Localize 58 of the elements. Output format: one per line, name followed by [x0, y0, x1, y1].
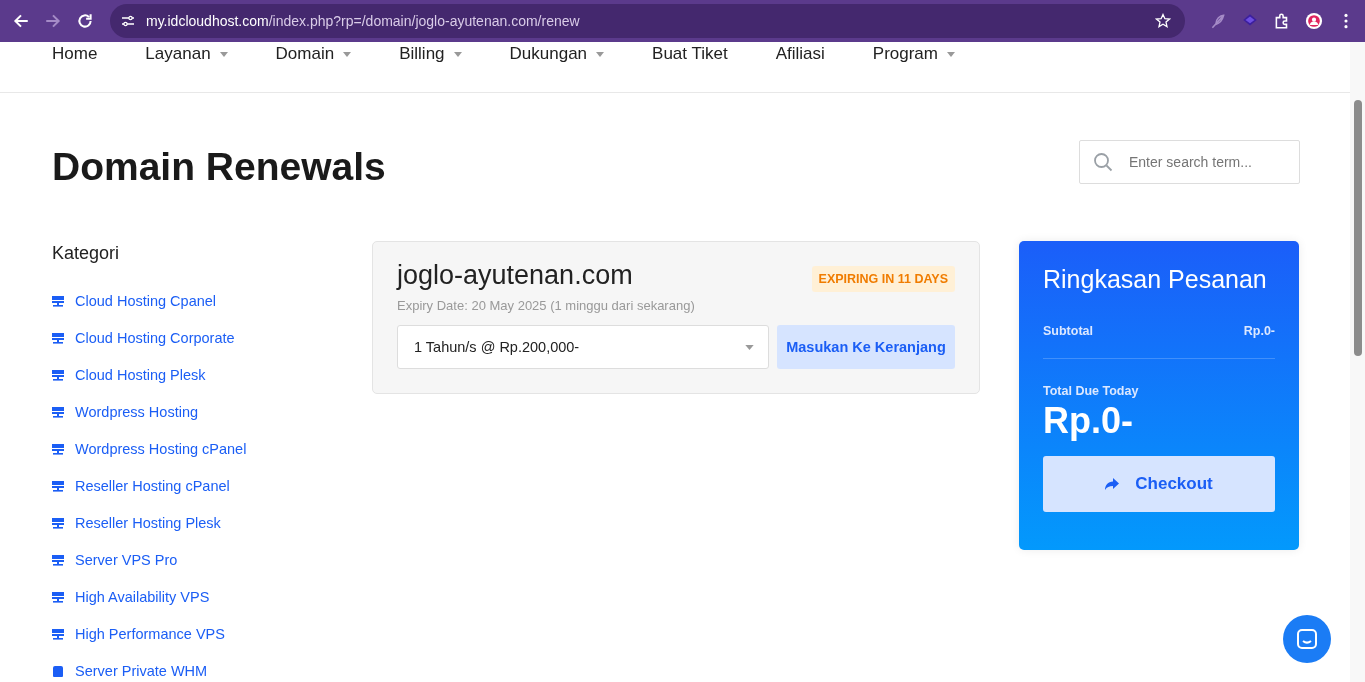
nav-link[interactable]: Home	[52, 44, 98, 64]
nav-link[interactable]: Domain	[275, 44, 352, 64]
server-icon	[52, 294, 64, 307]
subtotal-label: Subtotal	[1043, 324, 1093, 338]
site-settings-icon[interactable]	[120, 13, 136, 29]
category-link[interactable]: Cloud Hosting Plesk	[75, 366, 206, 383]
category-link[interactable]: Reseller Hosting Plesk	[75, 514, 221, 531]
total-value: Rp.0-	[1043, 400, 1134, 442]
server-icon	[52, 590, 64, 603]
nav-link[interactable]: Dukungan	[509, 44, 605, 64]
expiry-badge: EXPIRING IN 11 DAYS	[811, 266, 955, 292]
category-link[interactable]: Cloud Hosting Corporate	[75, 329, 235, 346]
feather-icon[interactable]	[1209, 12, 1227, 30]
summary-title: Ringkasan Pesanan	[1043, 265, 1268, 294]
nav-link[interactable]: Billing	[399, 44, 462, 64]
nav-link[interactable]: Afiliasi	[775, 44, 825, 64]
nav-link[interactable]: Layanan	[145, 44, 228, 64]
box-icon	[52, 664, 64, 677]
category-link[interactable]: Wordpress Hosting cPanel	[75, 440, 247, 457]
reload-icon[interactable]	[76, 12, 94, 30]
back-icon[interactable]	[12, 12, 30, 30]
category-link[interactable]: High Performance VPS	[75, 625, 225, 642]
address-bar[interactable]: my.idcloudhost.com/index.php?rp=/domain/joglo-ayutenan.com/renew	[110, 4, 1185, 38]
nav-link[interactable]: Buat Tiket	[652, 44, 728, 64]
server-icon	[52, 405, 64, 418]
share-arrow-icon	[1105, 478, 1120, 490]
category-link[interactable]: Server Private WHM	[75, 662, 208, 679]
search-field[interactable]: Enter search term...	[1079, 140, 1300, 184]
page-title: Domain Renewals	[52, 145, 386, 189]
server-icon	[52, 368, 64, 381]
caret-icon	[745, 344, 754, 350]
url-text: my.idcloudhost.com/index.php?rp=/domain/joglo-ayutenan.com/renew	[146, 13, 581, 29]
forward-icon[interactable]	[44, 12, 62, 30]
category-link[interactable]: Wordpress Hosting	[75, 403, 199, 420]
sidebar-heading: Kategori	[52, 243, 121, 264]
total-label: Total Due Today	[1043, 384, 1140, 398]
expiry-date-text: Expiry Date: 20 May 2025 (1 minggu dari sekarang)	[397, 298, 696, 313]
server-icon	[52, 627, 64, 640]
server-icon	[52, 553, 64, 566]
scrollbar-thumb[interactable]	[1354, 100, 1362, 356]
add-to-cart-button[interactable]: Masukan Ke Keranjang	[777, 325, 955, 369]
period-dropdown[interactable]: 1 Tahun/s @ Rp.200,000-	[397, 325, 769, 369]
chat-icon	[1295, 627, 1319, 651]
profile-avatar-icon[interactable]	[1305, 12, 1323, 30]
server-icon	[52, 479, 64, 492]
category-link[interactable]: Cloud Hosting Cpanel	[75, 292, 217, 309]
subtotal-value: Rp.0-	[1243, 324, 1275, 338]
server-icon	[52, 442, 64, 455]
server-icon	[52, 331, 64, 344]
nav-link[interactable]: Program	[872, 44, 955, 64]
server-icon	[52, 516, 64, 529]
chat-button[interactable]	[1283, 615, 1331, 663]
category-link[interactable]: High Availability VPS	[75, 588, 210, 605]
category-link[interactable]: Reseller Hosting cPanel	[75, 477, 230, 494]
star-icon[interactable]	[1155, 13, 1171, 29]
category-link[interactable]: Server VPS Pro	[75, 551, 178, 568]
domain-name: joglo-ayutenan.com	[397, 260, 633, 291]
checkout-button[interactable]: Checkout	[1043, 456, 1275, 512]
